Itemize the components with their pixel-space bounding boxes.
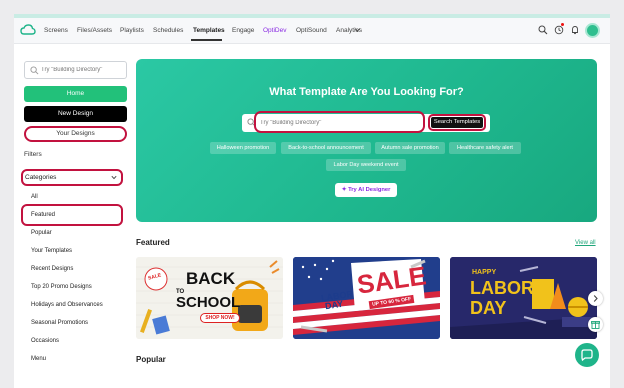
featured-heading: Featured (136, 238, 170, 247)
nav-optidev[interactable]: OptiDev (263, 27, 286, 34)
filters-heading: Filters (24, 151, 42, 158)
chevron-down-icon (111, 175, 117, 180)
sidebar-search[interactable] (24, 61, 127, 79)
search-icon[interactable] (538, 25, 548, 35)
ai-designer-label: Try AI Designer (348, 187, 391, 193)
nav-playlists[interactable]: Playlists (120, 27, 144, 34)
category-top-20[interactable]: Top 20 Promo Designs (31, 284, 92, 290)
card-title-line2: LABOR (470, 278, 534, 298)
your-designs-button[interactable]: Your Designs (24, 126, 127, 142)
search-templates-button[interactable]: Search Templates (431, 117, 483, 128)
carousel-next-button[interactable] (588, 291, 603, 306)
top-nav: Screens Files/Assets Playlists Schedules… (14, 18, 610, 44)
card-title-line1: HAPPY (472, 269, 497, 276)
suggestion-chip[interactable]: Back-to-school announcement (281, 142, 371, 154)
category-all[interactable]: All (31, 194, 38, 200)
template-card-happy-labor-day[interactable]: HAPPY LABOR DAY (450, 257, 597, 339)
category-popular[interactable]: Popular (31, 230, 52, 236)
nav-optisound[interactable]: OptiSound (296, 27, 327, 34)
categories-label: Categories (25, 174, 57, 181)
popular-heading: Popular (136, 355, 166, 364)
card-title-line1: BACK (186, 269, 236, 288)
chevron-right-icon (593, 295, 598, 302)
history-icon[interactable] (554, 25, 564, 35)
gift-button[interactable] (588, 317, 603, 332)
nav-schedules[interactable]: Schedules (153, 27, 183, 34)
gift-icon (591, 321, 600, 329)
suggestion-chip[interactable]: Autumn sale promotion (375, 142, 445, 154)
category-recent-designs[interactable]: Recent Designs (31, 266, 73, 272)
hero-title: What Template Are You Looking For? (269, 86, 464, 98)
chat-icon (581, 349, 593, 362)
bell-icon[interactable] (570, 25, 580, 35)
view-all-link[interactable]: View all (575, 240, 596, 246)
nav-screens[interactable]: Screens (44, 27, 68, 34)
category-your-templates[interactable]: Your Templates (31, 248, 72, 254)
card-title-line2: SCHOOL (176, 294, 241, 311)
category-menu[interactable]: Menu (31, 356, 46, 362)
category-seasonal[interactable]: Seasonal Promotions (31, 320, 88, 326)
hero-search-bar: Search Templates (242, 111, 490, 133)
template-card-labor-day-sale[interactable]: LABOR DAY SALE UP TO 60 % OFF (293, 257, 440, 339)
chevron-down-icon[interactable] (354, 27, 361, 33)
nav-templates[interactable]: Templates (193, 27, 225, 34)
category-holidays[interactable]: Holidays and Observances (31, 302, 103, 308)
suggestion-chip[interactable]: Healthcare safety alert (449, 142, 521, 154)
nav-engage[interactable]: Engage (232, 27, 254, 34)
hero-search-input[interactable] (260, 118, 420, 128)
card-title-line3: DAY (470, 298, 507, 318)
new-design-button[interactable]: New Design (24, 106, 127, 122)
chat-button[interactable] (575, 343, 599, 367)
try-ai-designer-button[interactable]: ✦ Try AI Designer (335, 183, 397, 197)
category-occasions[interactable]: Occasions (31, 338, 59, 344)
template-card-back-to-school[interactable]: SALE BACK TO SCHOOL SHOP NOW! (136, 257, 283, 339)
hero-banner: What Template Are You Looking For? Searc… (136, 59, 597, 222)
cloud-logo-icon[interactable] (20, 24, 36, 36)
sidebar-search-input[interactable] (41, 65, 125, 75)
app-window: Screens Files/Assets Playlists Schedules… (14, 14, 610, 388)
active-tab-indicator (191, 39, 222, 41)
category-featured[interactable]: Featured (31, 212, 55, 218)
avatar[interactable] (585, 23, 600, 38)
search-icon (30, 66, 39, 75)
nav-files-assets[interactable]: Files/Assets (77, 27, 112, 34)
suggestion-chip[interactable]: Labor Day weekend event (326, 159, 406, 171)
suggestion-chip[interactable]: Halloween promotion (210, 142, 276, 154)
home-button[interactable]: Home (24, 86, 127, 102)
shop-now-badge: SHOP NOW! (200, 313, 240, 323)
categories-dropdown[interactable]: Categories (21, 169, 123, 186)
notification-dot (561, 23, 564, 26)
